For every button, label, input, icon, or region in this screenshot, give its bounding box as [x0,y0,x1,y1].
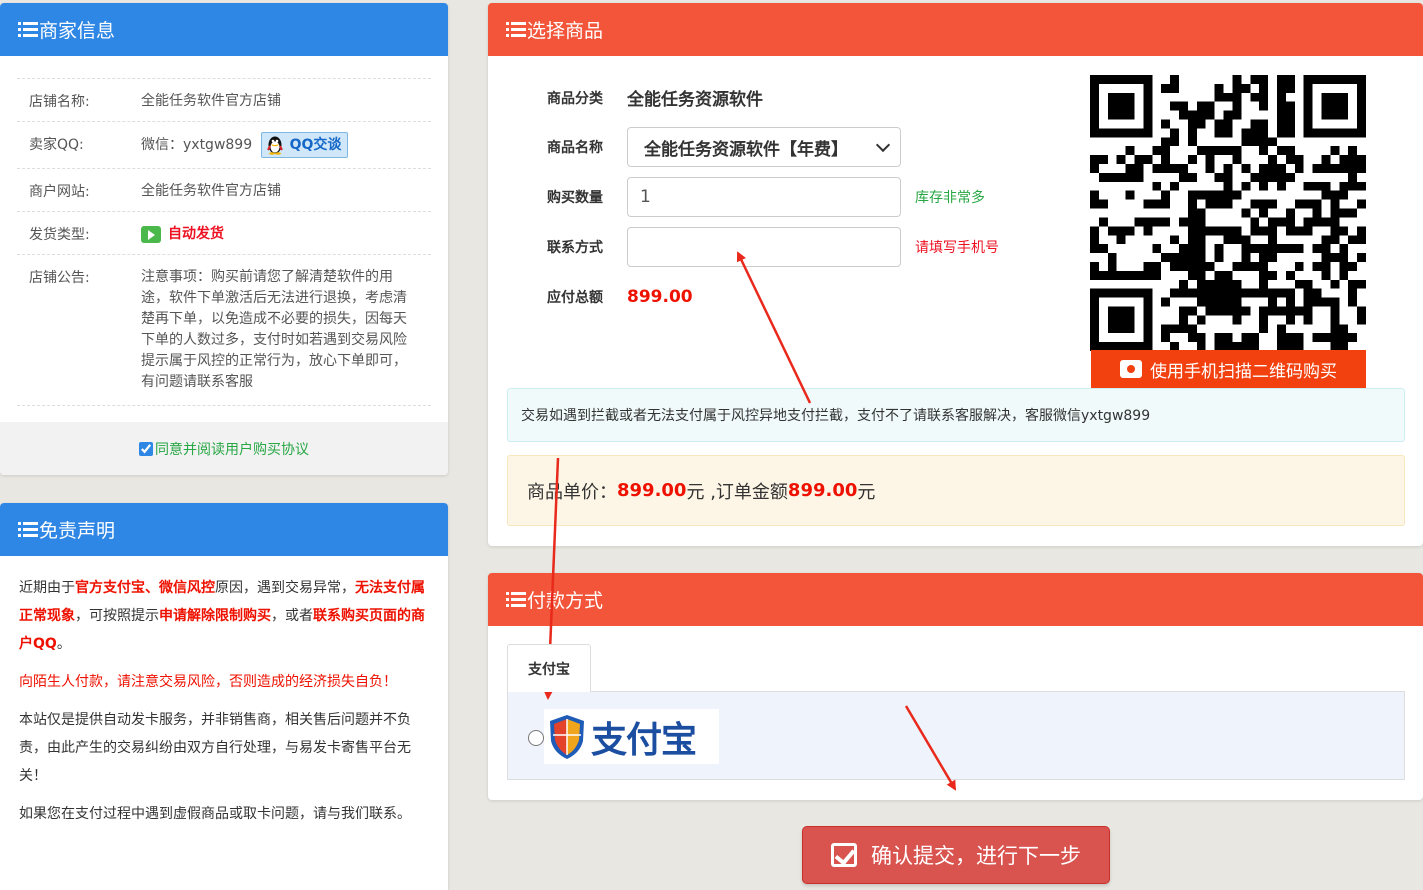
select-product-header: 选择商品 [488,3,1423,56]
disclaimer-header: 免责声明 [0,503,448,556]
info-row-notice: 店铺公告: 注意事项：购买前请您了解清楚软件的用途，软件下单激活后无法进行退换，… [17,255,431,406]
list-icon [506,592,526,607]
submit-label: 确认提交，进行下一步 [871,844,1081,868]
disclaimer-paragraph-2: 向陌生人付款，请注意交易风险，否则造成的经济损失自负！ [19,674,397,690]
risk-notice: 交易如遇到拦截或者无法支付属于风控异地支付拦截，支付不了请联系客服解决，客服微信… [507,388,1405,442]
info-value: 微信：yxtgw899 QQ交谈 [129,122,431,168]
tab-alipay[interactable]: 支付宝 [507,644,591,692]
product-name-select[interactable]: 全能任务资源软件【年费】 [627,127,901,167]
qr-finder-pattern [1090,75,1153,138]
disclaimer-paragraph-3: 本站仅是提供自动发卡服务，并非销售商，相关售后问题并不负责，由此产生的交易纠纷由… [19,712,411,784]
merchant-info-header: 商家信息 [0,3,448,56]
info-key: 商户网站: [29,184,90,200]
qr-code-image [1090,75,1366,351]
payment-method-title: 付款方式 [527,590,604,612]
auto-delivery-badge: 自动发货 [141,224,224,245]
contact-row: 联系方式 请填写手机号 [547,227,999,267]
order-total-value: 899.00 [787,480,858,501]
category-value: 全能任务资源软件 [627,90,763,110]
alipay-tab-content: 支付宝 [507,691,1405,780]
quantity-label: 购买数量 [547,190,603,206]
info-key: 卖家QQ: [29,137,84,153]
contact-label: 联系方式 [547,240,603,256]
alipay-logo-text: 支付宝 [591,718,697,761]
qr-finder-pattern [1090,288,1153,351]
disclaimer-body: 近期由于官方支付宝、微信风控原因，遇到交易异常，无法支付属正常现象，可按照提示申… [0,556,448,828]
info-row-seller-qq: 卖家QQ: 微信：yxtgw899 QQ交谈 [17,122,431,169]
qr-finder-pattern [1303,75,1366,138]
unit-price-value: 899.00 [617,480,687,501]
text-highlight: 官方支付宝、微信风控 [75,580,215,596]
text: ，或者 [271,608,313,624]
list-icon [18,22,38,37]
agreement-bar: 同意并阅读用户购买协议 [0,422,448,475]
disclaimer-paragraph-1: 近期由于官方支付宝、微信风控原因，遇到交易异常，无法支付属正常现象，可按照提示申… [19,574,428,658]
text: 原因，遇到交易异常， [215,580,355,596]
qq-penguin-icon [266,136,283,155]
wechat-id: 微信：yxtgw899 [141,137,253,153]
total-amount: 899.00 [627,287,693,307]
submit-button[interactable]: 确认提交，进行下一步 [802,826,1110,884]
text: ，可按照提示 [75,608,159,624]
alipay-radio[interactable] [528,730,544,746]
total-row: 应付总额 899.00 [547,287,693,307]
text: 。 [56,636,71,652]
camera-icon [1120,360,1142,378]
currency-unit: 元 [857,481,876,503]
text: 近期由于 [19,580,75,596]
product-name-selected: 全能任务资源软件【年费】 [644,139,848,160]
price-summary: 商品单价： 899.00 元 ,订单金额 899.00 元 [507,455,1405,526]
chevron-down-icon [875,137,891,152]
contact-hint: 请填写手机号 [915,240,999,256]
info-key: 店铺名称: [29,94,90,110]
text-highlight: 申请解除限制购买 [159,608,271,624]
quantity-row: 购买数量 库存非常多 [547,177,985,217]
qq-chat-button[interactable]: QQ交谈 [260,132,349,158]
merchant-info-table: 店铺名称: 全能任务软件官方店铺 卖家QQ: 微信：yxtgw899 QQ交谈 [17,78,431,406]
auto-delivery-label: 自动发货 [168,226,224,242]
list-icon [18,522,38,537]
tab-alipay-label: 支付宝 [528,661,570,678]
check-square-icon [831,843,857,867]
info-key: 发货类型: [29,227,90,243]
select-product-title: 选择商品 [527,20,604,42]
info-row-shop-name: 店铺名称: 全能任务软件官方店铺 [17,79,431,122]
qr-caption-bar: 使用手机扫描二维码购买 [1091,350,1366,388]
qr-caption: 使用手机扫描二维码购买 [1150,361,1337,382]
info-value: 自动发货 [129,212,431,254]
payment-method-panel: 付款方式 支付宝 支付宝 [488,573,1423,800]
info-row-delivery-type: 发货类型: 自动发货 [17,212,431,255]
shop-notice-text: 注意事项：购买前请您了解清楚软件的用途，软件下单激活后无法进行退换，考虑清楚再下… [141,269,407,390]
agree-checkbox[interactable] [139,441,153,456]
info-key: 店铺公告: [29,270,90,286]
risk-notice-text: 交易如遇到拦截或者无法支付属于风控异地支付拦截，支付不了请联系客服解决，客服微信… [521,408,1151,424]
category-label: 商品分类 [547,90,603,107]
alipay-shield-icon [550,714,584,759]
product-name-row: 商品名称 全能任务资源软件【年费】 [547,127,901,167]
info-value: 全能任务软件官方店铺 [141,93,281,109]
contact-input[interactable] [627,227,901,267]
qq-chat-label: QQ交谈 [289,136,342,153]
total-label: 应付总额 [547,290,603,306]
disclaimer-paragraph-4: 如果您在支付过程中遇到虚假商品或取卡问题，请与我们联系。 [19,806,411,822]
quantity-input[interactable] [627,177,901,217]
list-icon [506,22,526,37]
unit-price-label: 商品单价： [527,481,617,503]
order-total-label: 元 ,订单金额 [686,481,788,503]
info-row-website: 商户网站: 全能任务软件官方店铺 [17,169,431,212]
category-row: 商品分类 全能任务资源软件 [547,85,763,110]
info-value: 全能任务软件官方店铺 [141,183,281,199]
select-product-panel: 选择商品 商品分类 全能任务资源软件 商品名称 全能任务资源软件【年费】 购买数… [488,3,1423,546]
agree-label[interactable]: 同意并阅读用户购买协议 [155,439,309,459]
auto-delivery-icon [141,226,161,243]
merchant-info-panel: 商家信息 店铺名称: 全能任务软件官方店铺 卖家QQ: 微信：yxtgw899 [0,3,448,475]
disclaimer-title: 免责声明 [39,520,116,542]
merchant-info-title: 商家信息 [39,20,116,42]
product-name-label: 商品名称 [547,140,603,156]
payment-method-header: 付款方式 [488,573,1423,626]
stock-hint: 库存非常多 [915,190,985,206]
disclaimer-panel: 免责声明 近期由于官方支付宝、微信风控原因，遇到交易异常，无法支付属正常现象，可… [0,503,448,890]
alipay-logo[interactable]: 支付宝 [544,709,719,764]
